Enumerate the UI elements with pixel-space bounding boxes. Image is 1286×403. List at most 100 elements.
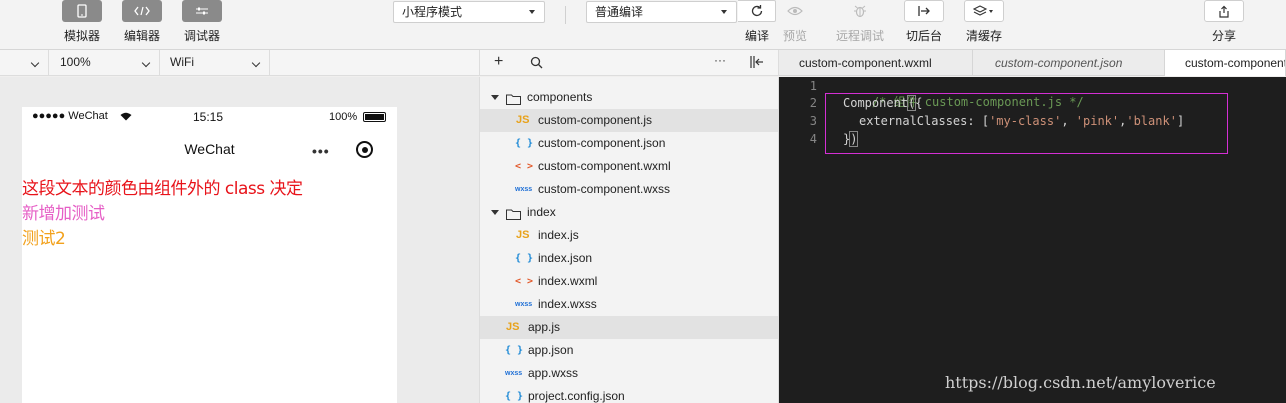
- code-icon: [122, 0, 162, 22]
- code-identifier: Component: [843, 96, 909, 110]
- sliders-icon: [182, 0, 222, 22]
- eye-icon: [775, 0, 815, 22]
- add-file-icon[interactable]: +: [494, 54, 503, 70]
- battery-percent: 100%: [329, 111, 358, 123]
- tree-file-project-config-json[interactable]: { } project.config.json: [480, 385, 778, 403]
- tree-file-custom-component-wxml[interactable]: < > custom-component.wxml: [480, 155, 778, 178]
- json-file-icon: { }: [515, 138, 534, 149]
- tab-label: custom-component.json: [995, 56, 1123, 70]
- wxss-file-icon: wxss: [505, 370, 523, 377]
- line-number: 3: [809, 114, 817, 128]
- more-actions-icon[interactable]: ···: [714, 53, 726, 67]
- tab-custom-component-wxml[interactable]: custom-component.wxml: [779, 50, 973, 76]
- switch-background-button[interactable]: 切后台: [894, 0, 954, 46]
- tree-item-label: custom-component.js: [538, 113, 653, 127]
- device-select[interactable]: [0, 50, 49, 75]
- tree-item-label: app.json: [528, 343, 574, 357]
- preview-label: 预览: [782, 29, 807, 43]
- tree-folder-components[interactable]: components: [480, 86, 778, 109]
- clock: 15:15: [193, 110, 224, 124]
- tree-item-label: components: [527, 90, 593, 104]
- debugger-label: 调试器: [183, 29, 220, 43]
- debugger-toggle-button[interactable]: 调试器: [172, 0, 232, 46]
- editor-toggle-button[interactable]: 编辑器: [112, 0, 172, 46]
- tree-file-index-js[interactable]: JS index.js: [480, 224, 778, 247]
- collapse-panel-icon[interactable]: [750, 56, 764, 71]
- wxss-file-icon: wxss: [515, 301, 533, 308]
- tree-item-label: custom-component.wxss: [538, 182, 671, 196]
- mode-select-value: 小程序模式: [402, 5, 463, 19]
- code-line-4: }): [843, 131, 859, 147]
- json-file-icon: { }: [505, 345, 524, 356]
- tab-label: custom-component.wxml: [799, 56, 932, 70]
- tree-file-custom-component-js[interactable]: JS custom-component.js: [480, 109, 778, 132]
- network-select[interactable]: WiFi: [160, 50, 270, 75]
- explorer-toolbar: + ···: [479, 50, 779, 76]
- code-punct: ]: [1176, 114, 1185, 128]
- zoom-select-value: 100%: [60, 55, 91, 69]
- tree-file-app-js[interactable]: JS app.js: [480, 316, 778, 339]
- simulator-toolbar: 100% WiFi: [0, 50, 479, 76]
- tree-item-label: index.json: [538, 251, 593, 265]
- tree-item-label: app.wxss: [528, 366, 579, 380]
- wifi-icon: [120, 110, 132, 124]
- tree-item-label: index: [527, 205, 556, 219]
- code-bracket: ): [849, 131, 859, 147]
- tree-file-app-json[interactable]: { } app.json: [480, 339, 778, 362]
- tree-item-label: custom-component.wxml: [538, 159, 671, 173]
- remote-debug-button[interactable]: 远程调试: [830, 0, 890, 46]
- carrier-label: ●●●●● WeChat: [32, 110, 108, 122]
- layers-icon: [964, 0, 1004, 22]
- tree-item-label: app.js: [528, 320, 561, 334]
- code-brace: {: [915, 96, 923, 110]
- exit-to-background-icon: [904, 0, 944, 22]
- tab-custom-component-json[interactable]: custom-component.json: [973, 50, 1165, 76]
- clear-cache-button[interactable]: 清缓存: [954, 0, 1014, 46]
- nav-title: WeChat: [184, 141, 235, 157]
- share-label: 分享: [1211, 29, 1236, 43]
- share-button[interactable]: 分享: [1194, 0, 1254, 46]
- bug-icon: [840, 0, 880, 22]
- chevron-down-icon: [30, 58, 40, 68]
- simulator-panel: ●●●●● WeChat 15:15 100% WeChat ••• 这段文本的…: [0, 77, 479, 403]
- compile-mode-select[interactable]: 普通编译: [586, 1, 737, 23]
- code-editor[interactable]: 1 2 3 4 /* 组件 custom-component.js */ Com…: [779, 77, 1286, 403]
- tree-folder-index[interactable]: index: [480, 201, 778, 224]
- simulator-label: 模拟器: [63, 29, 100, 43]
- code-line-3: externalClasses: ['my-class', 'pink','bl…: [859, 114, 1184, 128]
- tree-file-custom-component-wxss[interactable]: wxss custom-component.wxss: [480, 178, 778, 201]
- tab-custom-component-js[interactable]: custom-component.js: [1165, 50, 1286, 76]
- code-string: 'pink': [1075, 114, 1120, 128]
- mode-select[interactable]: 小程序模式: [393, 1, 545, 23]
- phone-icon: [62, 0, 102, 22]
- tree-item-label: custom-component.json: [538, 136, 666, 150]
- code-punct: : [: [967, 114, 990, 128]
- close-miniprogram-icon[interactable]: [356, 141, 373, 158]
- js-file-icon: JS: [516, 114, 530, 126]
- more-menu-icon[interactable]: •••: [312, 143, 330, 159]
- watermark-text: https://blog.csdn.net/amyloverice: [945, 373, 1216, 392]
- tree-file-index-wxss[interactable]: wxss index.wxss: [480, 293, 778, 316]
- chevron-down-icon: [251, 58, 261, 68]
- wxml-file-icon: < >: [515, 161, 534, 172]
- line-number: 1: [809, 79, 817, 93]
- line-number: 4: [809, 132, 817, 146]
- preview-button[interactable]: 预览: [765, 0, 825, 46]
- simulator-toggle-button[interactable]: 模拟器: [52, 0, 112, 46]
- caret-down-icon: [491, 210, 499, 215]
- code-punct: ,: [1061, 114, 1076, 128]
- tree-item-label: index.js: [538, 228, 579, 242]
- compile-mode-value: 普通编译: [595, 5, 644, 19]
- custom-component-text: 这段文本的颜色由组件外的 class 决定: [22, 179, 303, 199]
- code-string: 'blank': [1126, 114, 1177, 128]
- tree-file-index-json[interactable]: { } index.json: [480, 247, 778, 270]
- tree-file-index-wxml[interactable]: < > index.wxml: [480, 270, 778, 293]
- tree-item-label: project.config.json: [528, 389, 625, 403]
- phone-status-bar: ●●●●● WeChat 15:15 100%: [22, 107, 397, 129]
- tree-file-app-wxss[interactable]: wxss app.wxss: [480, 362, 778, 385]
- tree-file-custom-component-json[interactable]: { } custom-component.json: [480, 132, 778, 155]
- tab-label: custom-component.js: [1185, 56, 1285, 70]
- test2-text: 测试2: [22, 229, 66, 249]
- zoom-select[interactable]: 100%: [49, 50, 160, 75]
- search-icon[interactable]: [530, 56, 543, 72]
